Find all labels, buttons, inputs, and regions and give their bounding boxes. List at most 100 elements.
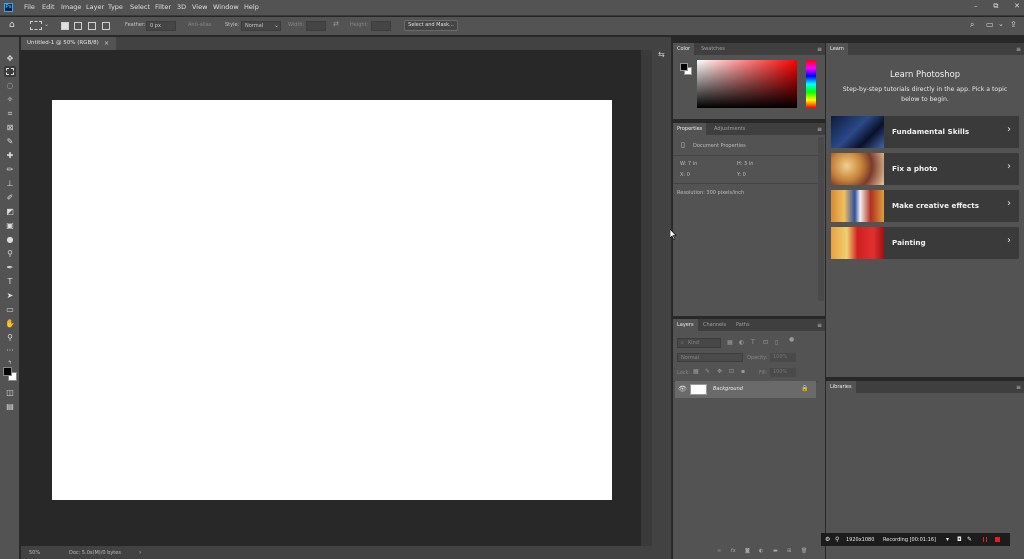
menu-select[interactable]: Select [130,3,150,11]
tab-adjustments[interactable]: Adjustments [710,123,749,135]
color-field[interactable] [697,60,797,108]
dodge-tool-icon[interactable]: ⚲ [4,248,16,259]
learn-item-fix-a-photo[interactable]: Fix a photo › [831,153,1019,185]
camera-icon[interactable]: ◘ [957,536,962,543]
menu-filter[interactable]: Filter [155,3,171,11]
restore-button[interactable]: ⧉ [993,2,998,14]
foreground-color-swatch[interactable] [680,63,688,71]
filter-shape-icon[interactable]: ⊡ [763,339,768,346]
document-canvas[interactable] [52,100,612,500]
tab-channels[interactable]: Channels [699,319,730,331]
tab-color[interactable]: Color [673,43,695,55]
quick-mask-icon[interactable]: ◫ [4,387,16,398]
zoom-level[interactable]: 50% [29,550,40,556]
menu-image[interactable]: Image [61,3,81,11]
menu-layer[interactable]: Layer [86,3,104,11]
healing-brush-tool-icon[interactable]: ✚ [4,150,16,161]
chevron-down-icon[interactable]: ⌄ [44,21,49,28]
gradient-tool-icon[interactable]: ▣ [4,220,16,231]
lasso-tool-icon[interactable]: ◌ [4,80,16,91]
photoshop-logo[interactable]: Ps [4,3,13,12]
panel-menu-icon[interactable]: ≡ [817,322,822,329]
type-tool-icon[interactable]: T [4,276,16,287]
new-selection-icon[interactable] [61,22,69,30]
hand-tool-icon[interactable]: ✋ [4,318,16,329]
path-selection-tool-icon[interactable]: ➤ [4,290,16,301]
menu-3d[interactable]: 3D [177,3,186,11]
filter-type-icon[interactable]: T [751,339,755,346]
quick-selection-tool-icon[interactable]: ✧ [4,94,16,105]
subtract-selection-icon[interactable] [88,22,96,30]
pause-icon[interactable] [983,537,987,542]
eraser-tool-icon[interactable]: ◩ [4,206,16,217]
delete-layer-icon[interactable]: 🗑 [801,548,807,554]
history-brush-tool-icon[interactable]: ✐ [4,192,16,203]
menu-type[interactable]: Type [108,3,123,11]
lock-pixels-icon[interactable]: ▦ [693,368,699,375]
panel-menu-icon[interactable]: ≡ [1016,384,1021,391]
panel-menu-icon[interactable]: ≡ [817,46,822,53]
tab-learn[interactable]: Learn [826,43,848,55]
eyedropper-tool-icon[interactable]: ✎ [4,136,16,147]
lock-paint-icon[interactable]: ✎ [705,368,710,375]
tab-libraries[interactable]: Libraries [826,381,856,393]
frame-tool-icon[interactable]: ⊠ [4,122,16,133]
properties-scrollbar[interactable] [818,137,824,301]
y-value[interactable]: Y: 0 [737,172,746,178]
tab-paths[interactable]: Paths [732,319,754,331]
filter-adjustment-icon[interactable]: ◐ [739,339,744,346]
menu-window[interactable]: Window [213,3,239,11]
adjustment-layer-icon[interactable]: ◐ [759,548,763,554]
layer-row-background[interactable]: 👁 Background 🔒 [675,381,816,398]
close-button[interactable]: ✕ [1014,2,1020,14]
learn-item-make-creative-effects[interactable]: Make creative effects › [831,190,1019,222]
panel-menu-icon[interactable]: ≡ [817,126,822,133]
foreground-color-swatch[interactable] [3,367,12,376]
blur-tool-icon[interactable]: ● [4,234,16,245]
screen-mode-icon[interactable]: ▤ [4,401,16,412]
menu-view[interactable]: View [192,3,207,11]
search-icon[interactable]: ⌕ [970,20,974,30]
height-input[interactable] [371,21,391,31]
width-input[interactable] [306,21,326,31]
link-layers-icon[interactable]: ∞ [717,548,721,554]
lock-artboard-icon[interactable]: ⊡ [729,368,734,375]
brush-tool-icon[interactable]: ✏ [4,164,16,175]
pen-tool-icon[interactable]: ✒ [4,262,16,273]
swap-icon[interactable]: ⇄ [333,20,339,28]
move-tool-icon[interactable]: ✥ [4,53,16,64]
vertical-scrollbar[interactable] [641,50,652,546]
pen-icon[interactable]: ✎ [967,536,972,543]
settings-icon[interactable]: ⚙ [825,536,830,543]
layer-style-icon[interactable]: fx [731,548,736,554]
blend-mode-select[interactable]: Normal [677,353,743,362]
document-info[interactable]: Doc: 5.0s(M)/0 bytes [69,550,121,556]
learn-item-painting[interactable]: Painting › [831,227,1019,259]
layer-name[interactable]: Background [713,386,743,392]
zoom-tool-icon[interactable]: ⚲ [4,332,16,343]
height-value[interactable]: H: 3 in [737,161,753,167]
width-value[interactable]: W: 7 in [680,161,697,167]
chevron-down-icon[interactable]: ▾ [946,536,949,543]
opacity-input[interactable]: 100% [770,353,796,362]
fill-input[interactable]: 100% [770,368,796,377]
lock-all-icon[interactable]: ▪ [741,368,745,375]
menu-edit[interactable]: Edit [42,3,55,11]
document-tab[interactable]: Untitled-1 @ 50% (RGB/8) [21,37,116,50]
x-value[interactable]: X: 0 [680,172,690,178]
tab-layers[interactable]: Layers [673,319,698,331]
feather-input[interactable]: 0 px [146,21,176,31]
history-panel-icon[interactable]: ⇆ [658,50,665,59]
home-icon[interactable]: ⌂ [9,20,15,30]
tab-properties[interactable]: Properties [673,123,707,135]
menu-file[interactable]: File [24,3,35,11]
group-icon[interactable]: ▬ [773,548,778,554]
anti-alias-checkbox[interactable]: Anti-alias [188,22,211,28]
workspace-icon[interactable]: ▭ [986,20,994,29]
select-and-mask-button[interactable]: Select and Mask... [404,20,458,31]
more-tools-icon[interactable]: ··· [4,345,16,356]
chevron-right-icon[interactable]: › [139,549,141,556]
layer-filter-select[interactable]: ⌕ Kind [677,338,721,348]
panel-menu-icon[interactable]: ≡ [1016,46,1021,53]
menu-help[interactable]: Help [244,3,259,11]
